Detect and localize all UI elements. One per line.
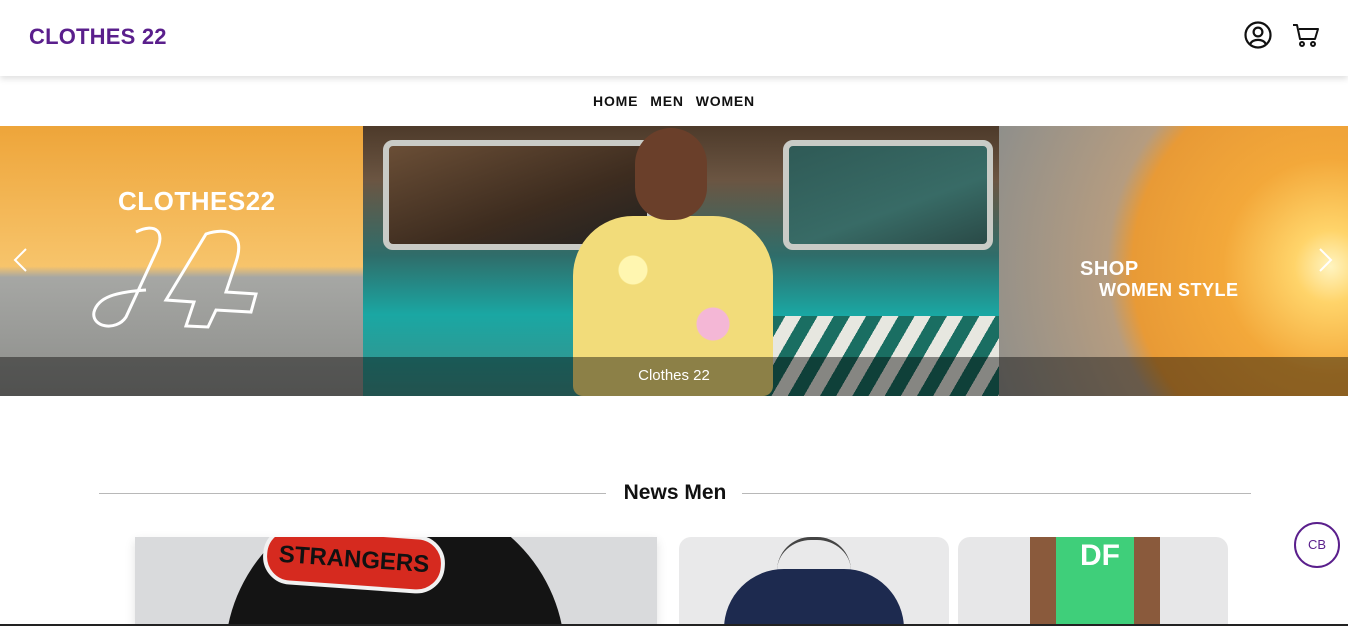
main-nav: HOME MEN WOMEN	[0, 76, 1348, 126]
van-window-right	[783, 140, 993, 250]
hero-carousel: CLOTHES22 SHOP WOMEN STYLE Clothes 22	[0, 126, 1348, 396]
product-image-tee	[724, 569, 904, 626]
banner-shop-text: SHOP	[1080, 258, 1139, 280]
chevron-left-icon[interactable]	[10, 246, 32, 274]
section-divider-right	[742, 493, 1251, 494]
banner-brand-text: CLOTHES22	[118, 186, 276, 216]
hanger-graphic	[777, 537, 851, 571]
brand-logo[interactable]: CLOTHES 22	[29, 24, 167, 50]
product-card-tank[interactable]: DF	[958, 537, 1228, 626]
tank-print: DF	[1080, 539, 1120, 572]
product-card-tee[interactable]	[679, 537, 949, 626]
la-logo-graphic	[92, 226, 258, 329]
nav-item-women[interactable]: WOMEN	[696, 93, 755, 109]
floating-chat-badge[interactable]: CB	[1294, 522, 1340, 568]
chevron-right-icon[interactable]	[1314, 246, 1336, 274]
shopping-cart-icon[interactable]	[1291, 20, 1321, 50]
user-account-icon[interactable]	[1243, 20, 1273, 50]
carousel-slide-main	[363, 126, 999, 396]
banner-women-style-text: WOMEN STYLE	[1099, 280, 1239, 300]
carousel-caption: Clothes 22	[638, 367, 710, 384]
product-card-cap[interactable]: STRANGERS	[135, 537, 657, 626]
model-head	[635, 128, 707, 220]
nav-item-home[interactable]: HOME	[593, 93, 638, 109]
carousel-slide-right: SHOP WOMEN STYLE	[999, 126, 1348, 396]
section-header: News Men	[99, 478, 1251, 508]
site-header: CLOTHES 22	[0, 0, 1348, 76]
carousel-slide-left: CLOTHES22	[0, 126, 363, 396]
product-image-tank: DF	[1030, 537, 1160, 626]
nav-item-men[interactable]: MEN	[650, 93, 684, 109]
